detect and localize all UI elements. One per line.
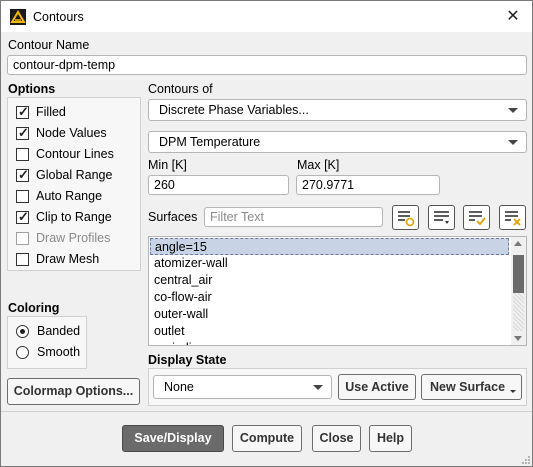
checkbox-box bbox=[16, 231, 29, 245]
compute-button[interactable]: Compute bbox=[232, 425, 302, 452]
checkbox-box[interactable]: ✓ bbox=[16, 208, 29, 224]
surface-list-item[interactable]: atomizer-wall bbox=[150, 255, 228, 272]
display-state-dropdown[interactable]: None bbox=[153, 375, 332, 399]
checkbox-box[interactable] bbox=[16, 252, 29, 266]
contours-of-category-dropdown[interactable]: Discrete Phase Variables... bbox=[148, 99, 527, 121]
coloring-option-label: Smooth bbox=[37, 345, 81, 359]
max-input[interactable]: 270.9771 bbox=[296, 175, 440, 195]
option-label: Filled bbox=[36, 105, 66, 119]
close-button[interactable]: Close bbox=[312, 425, 361, 452]
checkmark-icon: ✓ bbox=[18, 208, 29, 224]
checkmark-icon: ✓ bbox=[18, 124, 29, 140]
radio-dot bbox=[20, 328, 25, 334]
resize-grip-icon[interactable] bbox=[521, 455, 531, 465]
select-all-icon bbox=[469, 211, 486, 226]
filter-list-button[interactable] bbox=[428, 205, 455, 230]
surfaces-listbox[interactable]: angle=15 atomizer-wall central_air co-flow-… bbox=[148, 236, 527, 346]
deselect-all-icon bbox=[505, 211, 521, 226]
coloring-label: Coloring bbox=[8, 301, 60, 315]
chevron-down-icon bbox=[508, 140, 518, 145]
scroll-up-icon[interactable] bbox=[514, 241, 522, 246]
save-display-button[interactable]: Save/Display bbox=[122, 425, 224, 452]
contours-of-variable-value: DPM Temperature bbox=[159, 135, 261, 149]
options-label: Options bbox=[8, 82, 56, 96]
select-all-button[interactable] bbox=[463, 205, 490, 230]
option-draw-profiles-checkbox: Draw Profiles bbox=[16, 231, 110, 245]
scroll-down-icon[interactable] bbox=[514, 336, 522, 341]
title-bar: Contours ✕ bbox=[1, 1, 532, 32]
option-label: Node Values bbox=[36, 126, 107, 140]
display-state-label: Display State bbox=[148, 353, 227, 367]
contours-of-category-value: Discrete Phase Variables... bbox=[159, 103, 309, 117]
coloring-banded-radio[interactable]: Banded bbox=[16, 324, 80, 338]
display-state-value: None bbox=[164, 380, 194, 394]
surface-list-item[interactable]: co-flow-air bbox=[150, 289, 212, 306]
checkbox-box[interactable]: ✓ bbox=[16, 124, 29, 140]
scroll-thumb[interactable] bbox=[513, 255, 524, 293]
min-label: Min [K] bbox=[148, 158, 187, 172]
option-clip-to-range-checkbox[interactable]: ✓ Clip to Range bbox=[16, 208, 112, 224]
surface-list-item[interactable]: outlet bbox=[150, 323, 185, 340]
scroll-track[interactable] bbox=[513, 293, 524, 331]
radio-circle[interactable] bbox=[16, 345, 29, 359]
option-label: Draw Mesh bbox=[36, 252, 100, 266]
max-label: Max [K] bbox=[297, 158, 340, 172]
surfaces-filter-input[interactable]: Filter Text bbox=[204, 207, 383, 227]
min-input[interactable]: 260 bbox=[148, 175, 289, 195]
select-surfaces-icon bbox=[398, 211, 415, 227]
option-draw-mesh-checkbox[interactable]: Draw Mesh bbox=[16, 252, 99, 266]
contour-name-input[interactable]: contour-dpm-temp bbox=[7, 55, 527, 75]
checkmark-icon: ✓ bbox=[18, 166, 29, 182]
option-label: Global Range bbox=[36, 168, 113, 182]
surface-list-item[interactable]: angle=15 bbox=[150, 238, 509, 255]
surfaces-label: Surfaces bbox=[148, 210, 198, 224]
surfaces-scrollbar[interactable] bbox=[511, 237, 526, 345]
help-button[interactable]: Help bbox=[369, 425, 412, 452]
filter-list-icon bbox=[434, 211, 449, 224]
checkmark-icon: ✓ bbox=[18, 103, 29, 119]
option-global-range-checkbox[interactable]: ✓ Global Range bbox=[16, 166, 113, 182]
option-filled-checkbox[interactable]: ✓ Filled bbox=[16, 103, 66, 119]
surface-list-item[interactable]: periodic bbox=[150, 340, 198, 345]
chevron-down-icon bbox=[508, 108, 518, 113]
new-surface-label: New Surface bbox=[429, 380, 506, 394]
use-active-button[interactable]: Use Active bbox=[338, 374, 416, 400]
surface-list-item[interactable]: outer-wall bbox=[150, 306, 208, 323]
close-icon[interactable]: ✕ bbox=[500, 4, 526, 30]
option-label: Draw Profiles bbox=[36, 231, 111, 245]
checkbox-box[interactable] bbox=[16, 189, 29, 203]
option-label: Clip to Range bbox=[36, 210, 112, 224]
contours-dialog: Contours ✕ Contour Name contour-dpm-temp… bbox=[0, 0, 533, 467]
dropdown-indicator-icon bbox=[510, 390, 516, 393]
surface-list-item[interactable]: central_air bbox=[150, 272, 212, 289]
select-surfaces-button[interactable] bbox=[392, 205, 419, 230]
checkbox-box[interactable]: ✓ bbox=[16, 166, 29, 182]
new-surface-button[interactable]: New Surface bbox=[421, 374, 522, 400]
window-title: Contours bbox=[33, 10, 84, 24]
colormap-options-button[interactable]: Colormap Options... bbox=[7, 378, 140, 405]
option-label: Contour Lines bbox=[36, 147, 114, 161]
chevron-down-icon bbox=[313, 385, 323, 390]
contour-name-label: Contour Name bbox=[8, 38, 90, 52]
option-auto-range-checkbox[interactable]: Auto Range bbox=[16, 189, 102, 203]
option-node-values-checkbox[interactable]: ✓ Node Values bbox=[16, 124, 107, 140]
option-contour-lines-checkbox[interactable]: Contour Lines bbox=[16, 147, 114, 161]
coloring-option-label: Banded bbox=[37, 324, 81, 338]
option-label: Auto Range bbox=[36, 189, 103, 203]
contours-of-variable-dropdown[interactable]: DPM Temperature bbox=[148, 131, 527, 153]
radio-circle[interactable] bbox=[16, 324, 29, 338]
contours-of-label: Contours of bbox=[148, 82, 213, 96]
checkbox-box[interactable] bbox=[16, 147, 29, 161]
deselect-all-button[interactable] bbox=[499, 205, 526, 230]
coloring-smooth-radio[interactable]: Smooth bbox=[16, 345, 80, 359]
footer-divider bbox=[1, 411, 532, 412]
checkbox-box[interactable]: ✓ bbox=[16, 103, 29, 119]
ansys-fluent-icon bbox=[10, 9, 26, 25]
